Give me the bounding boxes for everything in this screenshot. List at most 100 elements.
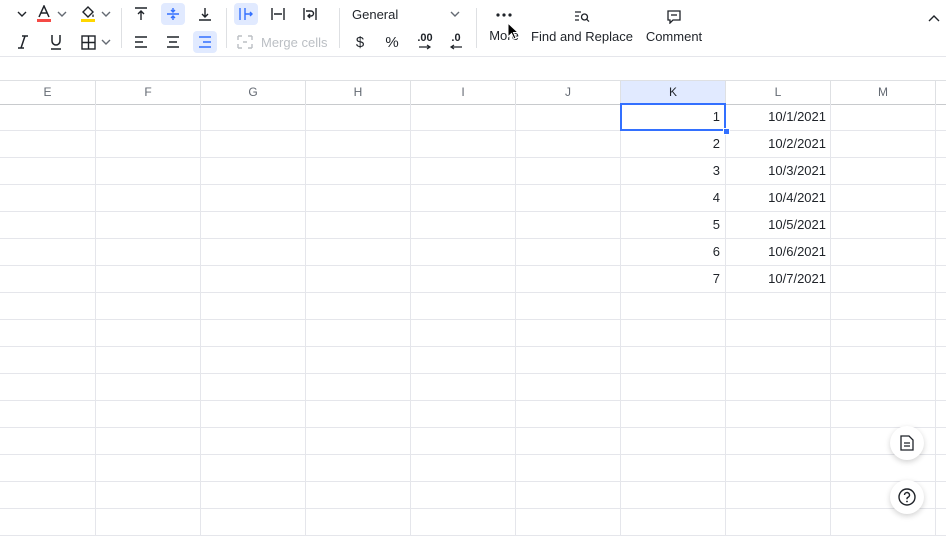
text-clip-icon bbox=[271, 8, 285, 20]
find-replace-button[interactable]: Find and Replace bbox=[530, 6, 634, 48]
align-middle-button[interactable] bbox=[161, 3, 185, 25]
toolbar-divider bbox=[226, 8, 227, 48]
text-overflow-icon bbox=[239, 8, 253, 20]
chevron-down-icon bbox=[450, 11, 460, 17]
decrease-decimal-icon: .0 bbox=[451, 31, 461, 44]
arrow-right-icon bbox=[419, 44, 432, 49]
cell-l1[interactable]: 10/1/2021 bbox=[726, 104, 830, 130]
italic-button[interactable] bbox=[13, 32, 33, 52]
fill-color-button[interactable] bbox=[78, 4, 98, 24]
cell-l5[interactable]: 10/5/2021 bbox=[726, 212, 830, 238]
font-color-icon bbox=[37, 5, 51, 22]
number-format-value: General bbox=[352, 6, 399, 22]
align-bottom-icon bbox=[199, 8, 211, 21]
grid-line bbox=[830, 104, 831, 536]
increase-decimal-button[interactable]: .00 bbox=[412, 29, 438, 53]
grid-line bbox=[305, 104, 306, 536]
more-horizontal-icon bbox=[496, 12, 512, 17]
toolbar-divider bbox=[476, 8, 477, 48]
font-size-dropdown[interactable] bbox=[15, 7, 29, 21]
column-header-h[interactable]: H bbox=[306, 81, 411, 104]
merge-cells-button[interactable]: Merge cells bbox=[237, 31, 331, 53]
column-header-k[interactable]: K bbox=[621, 81, 726, 104]
document-fab-button[interactable] bbox=[890, 426, 924, 460]
paint-bucket-icon bbox=[81, 6, 95, 22]
mouse-cursor-icon bbox=[507, 21, 520, 45]
cell-l2[interactable]: 10/2/2021 bbox=[726, 131, 830, 157]
chevron-down-icon bbox=[17, 11, 27, 17]
cell-l6[interactable]: 10/6/2021 bbox=[726, 239, 830, 265]
column-header-j[interactable]: J bbox=[516, 81, 621, 104]
align-left-icon bbox=[135, 36, 147, 48]
decrease-decimal-button[interactable]: .0 bbox=[444, 29, 468, 53]
increase-decimal-icon: .00 bbox=[417, 31, 433, 44]
font-color-dropdown[interactable] bbox=[56, 7, 68, 21]
column-header-m[interactable]: M bbox=[831, 81, 936, 104]
font-color-button[interactable] bbox=[34, 4, 54, 24]
toolbar-divider bbox=[339, 8, 340, 48]
grid-line bbox=[0, 481, 946, 482]
cell-l4[interactable]: 10/4/2021 bbox=[726, 185, 830, 211]
cell-k2[interactable]: 2 bbox=[621, 131, 725, 157]
cell-k3[interactable]: 3 bbox=[621, 158, 725, 184]
merge-cells-icon bbox=[237, 35, 253, 49]
fill-handle[interactable] bbox=[723, 128, 730, 135]
column-header-g[interactable]: G bbox=[201, 81, 306, 104]
text-wrap-icon bbox=[303, 8, 317, 20]
arrow-left-icon bbox=[449, 44, 462, 49]
help-icon bbox=[898, 488, 916, 506]
column-header-l[interactable]: L bbox=[726, 81, 831, 104]
align-center-button[interactable] bbox=[162, 31, 184, 53]
borders-dropdown[interactable] bbox=[100, 35, 112, 49]
fill-color-dropdown[interactable] bbox=[100, 7, 112, 21]
grid-line bbox=[0, 508, 946, 509]
column-header-i[interactable]: I bbox=[411, 81, 516, 104]
align-top-icon bbox=[135, 7, 147, 20]
chevron-down-icon bbox=[57, 11, 67, 17]
active-cell-selection bbox=[620, 103, 726, 131]
spreadsheet-grid[interactable]: 1 2 3 4 5 6 7 10/1/2021 10/2/2021 10/3/2… bbox=[0, 104, 946, 536]
toolbar: Merge cells General $ % .00 .0 More Find… bbox=[0, 0, 946, 56]
align-top-button[interactable] bbox=[130, 3, 152, 25]
comment-label: Comment bbox=[645, 29, 703, 44]
underline-icon bbox=[51, 35, 61, 50]
cell-k6[interactable]: 6 bbox=[621, 239, 725, 265]
borders-button[interactable] bbox=[78, 32, 98, 52]
column-header-f[interactable]: F bbox=[96, 81, 201, 104]
number-format-select[interactable]: General bbox=[348, 4, 464, 24]
align-bottom-button[interactable] bbox=[194, 3, 216, 25]
wrap-clip-button[interactable] bbox=[267, 3, 289, 25]
help-fab-button[interactable] bbox=[890, 480, 924, 514]
wrap-overflow-button[interactable] bbox=[234, 3, 258, 25]
grid-line bbox=[410, 104, 411, 536]
document-icon bbox=[900, 435, 914, 451]
merge-cells-label: Merge cells bbox=[261, 34, 328, 50]
cell-l7[interactable]: 10/7/2021 bbox=[726, 266, 830, 292]
cell-k7[interactable]: 7 bbox=[621, 266, 725, 292]
grid-line bbox=[0, 427, 946, 428]
chevron-up-icon bbox=[928, 14, 940, 21]
collapse-toolbar-button[interactable] bbox=[926, 10, 942, 26]
grid-line bbox=[935, 104, 936, 536]
find-replace-icon bbox=[575, 11, 590, 23]
column-header-e[interactable]: E bbox=[0, 81, 96, 104]
comment-icon bbox=[667, 10, 681, 24]
wrap-text-button[interactable] bbox=[299, 3, 321, 25]
formula-bar[interactable] bbox=[0, 56, 946, 81]
underline-button[interactable] bbox=[46, 32, 66, 52]
currency-button[interactable]: $ bbox=[349, 31, 371, 53]
cell-k4[interactable]: 4 bbox=[621, 185, 725, 211]
currency-icon: $ bbox=[355, 33, 365, 51]
grid-line bbox=[0, 346, 946, 347]
grid-line bbox=[200, 104, 201, 536]
cell-l3[interactable]: 10/3/2021 bbox=[726, 158, 830, 184]
chevron-down-icon bbox=[101, 39, 111, 45]
comment-button[interactable]: Comment bbox=[642, 6, 706, 48]
align-left-button[interactable] bbox=[130, 31, 152, 53]
align-right-icon bbox=[199, 36, 211, 48]
align-right-button[interactable] bbox=[193, 31, 217, 53]
cell-k5[interactable]: 5 bbox=[621, 212, 725, 238]
grid-line bbox=[0, 454, 946, 455]
percent-button[interactable]: % bbox=[381, 31, 403, 53]
grid-line bbox=[0, 292, 946, 293]
